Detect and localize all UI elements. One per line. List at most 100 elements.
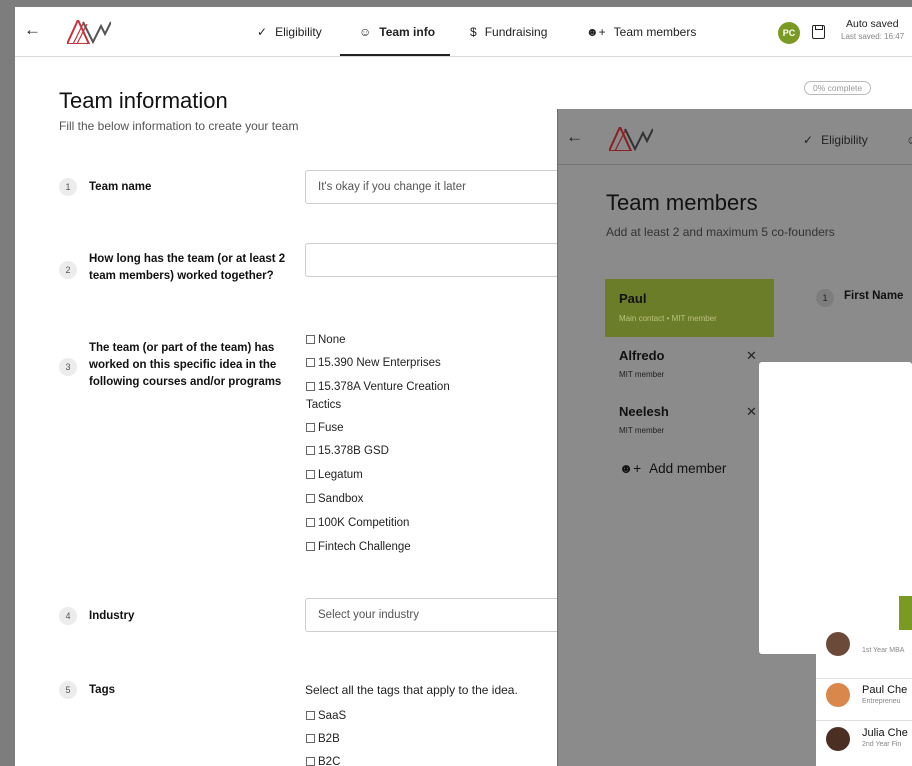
list-item[interactable]: 1st Year MBA <box>816 628 912 666</box>
option-gsd[interactable]: 15.378B GSD <box>306 441 389 461</box>
option-label: 15.378B GSD <box>318 445 389 457</box>
tab-eligibility[interactable]: ✓ Eligibility <box>803 133 868 147</box>
person-role: Entrepreneu <box>862 698 901 705</box>
first-name-label: First Name <box>844 290 904 302</box>
checkbox[interactable] <box>306 446 315 455</box>
member-name[interactable]: Neelesh <box>619 404 669 419</box>
option-label: 15.390 New Enterprises <box>318 357 441 369</box>
option-label-continued: Tactics <box>306 399 342 411</box>
save-status: Auto saved <box>846 18 899 30</box>
people-suggestions: 1st Year MBA Paul Che Entrepreneu Julia … <box>816 632 912 766</box>
option-label: 15.378A Venture Creation <box>318 381 450 393</box>
add-member-button[interactable]: ☻+ Add member <box>619 461 726 476</box>
save-icon <box>812 25 825 39</box>
person-name: Julia Che <box>862 727 908 739</box>
page-subtitle: Fill the below information to create you… <box>59 119 299 133</box>
option-label: SaaS <box>318 710 347 722</box>
option-label: B2B <box>318 733 340 745</box>
checkbox[interactable] <box>306 382 315 391</box>
dialog-confirm-button[interactable] <box>899 596 912 630</box>
checkbox[interactable] <box>306 358 315 367</box>
option-fuse[interactable]: Fuse <box>306 418 344 438</box>
checkbox[interactable] <box>306 757 315 766</box>
question-number: 2 <box>59 261 77 279</box>
tab-label: Eligibility <box>821 133 868 147</box>
check-circle-icon: ✓ <box>257 25 268 39</box>
option-100k[interactable]: 100K Competition <box>306 513 409 533</box>
person-role: 1st Year MBA <box>862 647 905 654</box>
overlay-title: Team members <box>606 190 758 215</box>
tab-label: Eligibility <box>275 25 322 39</box>
member-meta: MIT member <box>619 370 665 379</box>
option-fintech[interactable]: Fintech Challenge <box>306 537 411 557</box>
check-circle-icon: ✓ <box>803 133 814 147</box>
checkbox[interactable] <box>306 542 315 551</box>
avatar <box>826 632 850 656</box>
list-item[interactable]: Julia Che 2nd Year Fin <box>816 720 912 758</box>
option-b2b[interactable]: B2B <box>306 729 340 749</box>
tab-fundraising[interactable]: $ Fundraising <box>470 25 547 39</box>
member-name: Paul <box>619 291 647 306</box>
progress-badge: 0% complete <box>804 81 872 95</box>
checkbox[interactable] <box>306 494 315 503</box>
option-legatum[interactable]: Legatum <box>306 465 363 485</box>
avatar <box>826 683 850 707</box>
option-sandbox[interactable]: Sandbox <box>306 489 363 509</box>
last-saved-time: Last saved: 16:47 <box>841 32 905 41</box>
option-b2c[interactable]: B2C <box>306 752 340 766</box>
checkbox[interactable] <box>306 335 315 344</box>
industry-select[interactable]: Select your industry <box>305 598 565 632</box>
top-nav: ← ✓ Eligibility ☺ Team info $ Fundraising ☻… <box>15 7 912 57</box>
team-name-input[interactable]: It's okay if you change it later <box>305 170 565 204</box>
back-arrow-icon[interactable]: ← <box>566 127 583 147</box>
option-label: Sandbox <box>318 493 364 505</box>
remove-member-icon[interactable]: ✕ <box>746 348 757 364</box>
list-item[interactable]: Paul Che Entrepreneu <box>816 678 912 716</box>
tab-label: Team info <box>379 25 436 39</box>
page-title: Team information <box>59 88 228 113</box>
option-none[interactable]: None <box>306 330 346 350</box>
tab-team-members[interactable]: ☻+ Team members <box>586 25 696 39</box>
option-label: Fuse <box>318 422 344 434</box>
checkbox[interactable] <box>306 470 315 479</box>
option-label: 100K Competition <box>318 517 410 529</box>
question-label-team-name: Team name <box>89 181 152 193</box>
question-number: 1 <box>816 289 834 307</box>
checkbox[interactable] <box>306 711 315 720</box>
checkbox[interactable] <box>306 518 315 527</box>
question-label-programs: The team (or part of the team) has worke… <box>89 342 282 388</box>
tab-team-info[interactable]: ☺ Team info <box>359 25 435 39</box>
tab-eligibility[interactable]: ✓ Eligibility <box>257 25 322 39</box>
member-card-active[interactable] <box>605 279 774 337</box>
users-icon[interactable]: ☺ <box>906 133 912 147</box>
user-avatar[interactable]: PC <box>778 22 800 44</box>
member-name[interactable]: Alfredo <box>619 348 665 363</box>
add-member-label: Add member <box>649 461 727 476</box>
overlay-nav: ← ✓ Eligibility ☺ <box>558 109 912 165</box>
logo <box>67 20 111 44</box>
dollar-icon: $ <box>470 25 477 39</box>
user-plus-icon: ☻+ <box>619 461 642 476</box>
question-label-tags: Tags <box>89 684 115 696</box>
option-venture-creation[interactable]: 15.378A Venture Creation <box>306 377 450 397</box>
option-label: Fintech Challenge <box>318 541 411 553</box>
overlay-subtitle: Add at least 2 and maximum 5 co-founders <box>606 225 835 239</box>
option-label: None <box>318 334 346 346</box>
active-tab-indicator <box>340 54 450 56</box>
checkbox[interactable] <box>306 734 315 743</box>
option-new-enterprises[interactable]: 15.390 New Enterprises <box>306 353 441 373</box>
tab-label: Fundraising <box>484 25 548 39</box>
option-saas[interactable]: SaaS <box>306 706 346 726</box>
avatar <box>826 727 850 751</box>
users-icon: ☺ <box>359 25 372 39</box>
person-role: 2nd Year Fin <box>862 741 902 748</box>
tags-hint: Select all the tags that apply to the id… <box>305 683 518 697</box>
duration-input[interactable] <box>305 243 565 277</box>
question-number: 4 <box>59 607 77 625</box>
remove-member-icon[interactable]: ✕ <box>746 404 757 420</box>
back-arrow-icon[interactable]: ← <box>24 20 41 40</box>
tab-label: Team members <box>613 25 697 39</box>
question-label-industry: Industry <box>89 610 135 622</box>
checkbox[interactable] <box>306 423 315 432</box>
question-number: 5 <box>59 681 77 699</box>
